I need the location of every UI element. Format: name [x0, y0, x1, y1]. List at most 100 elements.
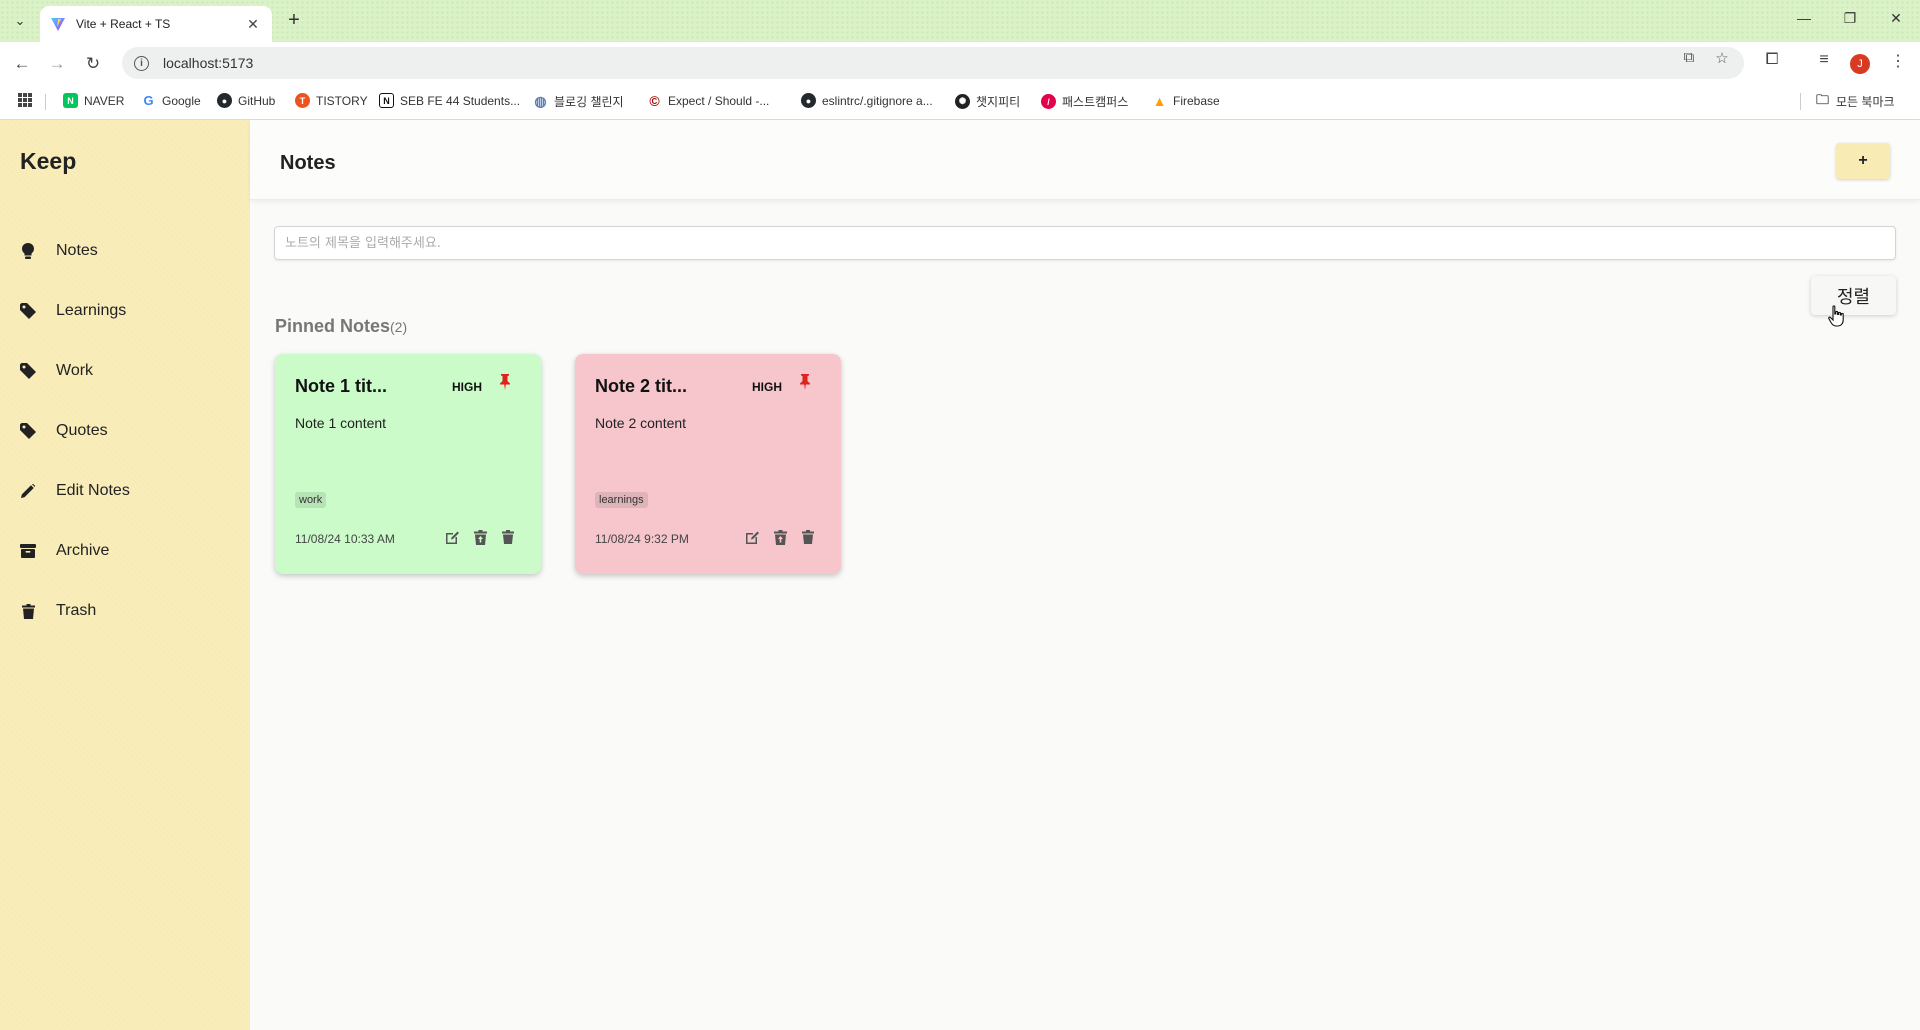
- chatgpt-icon: ✺: [955, 94, 970, 109]
- hand-cursor-icon: [1828, 305, 1844, 327]
- minimize-icon[interactable]: —: [1792, 10, 1816, 26]
- bookmark-chatgpt[interactable]: ✺ 챗지피티: [955, 93, 1020, 110]
- bookmark-separator: [45, 94, 46, 110]
- firebase-icon: ▲: [1152, 92, 1167, 109]
- lightbulb-icon: [20, 243, 36, 259]
- all-bookmarks[interactable]: 🗀 모든 북마크: [1800, 92, 1895, 110]
- bookmark-label: eslintrc/.gitignore a...: [822, 93, 933, 108]
- google-icon: G: [143, 93, 154, 108]
- add-note-button[interactable]: +: [1836, 143, 1890, 179]
- sidebar-item-label: Notes: [56, 242, 98, 259]
- archive-icon: [20, 543, 36, 559]
- bookmark-google[interactable]: G Google: [141, 93, 201, 108]
- bookmark-expect-should[interactable]: © Expect / Should -...: [647, 92, 770, 109]
- note-title: Note 2 tit...: [595, 376, 688, 396]
- bookmark-label: 패스트캠퍼스: [1062, 95, 1129, 109]
- sidebar-item-notes[interactable]: Notes: [0, 229, 250, 273]
- tag-icon: [20, 303, 36, 319]
- sidebar-item-archive[interactable]: Archive: [0, 529, 250, 573]
- tab-search-button[interactable]: ⌄: [8, 9, 32, 33]
- bookmark-naver[interactable]: N NAVER: [63, 93, 124, 108]
- extensions-icon[interactable]: ⧠: [1760, 51, 1784, 69]
- pin-icon[interactable]: [799, 374, 811, 390]
- pinned-notes-count: (2): [390, 319, 408, 335]
- all-bookmarks-label: 모든 북마크: [1836, 95, 1895, 109]
- bookmark-tistory[interactable]: T TISTORY: [295, 93, 368, 108]
- bookmark-fastcampus[interactable]: / 패스트캠퍼스: [1041, 93, 1128, 110]
- bookmark-label: TISTORY: [316, 93, 368, 108]
- edit-icon[interactable]: [443, 528, 461, 546]
- note-date: 11/08/24 10:33 AM: [295, 532, 395, 546]
- browser-tab[interactable]: Vite + React + TS ✕: [40, 6, 272, 42]
- profile-avatar[interactable]: J: [1850, 54, 1870, 74]
- bookmark-firebase[interactable]: ▲ Firebase: [1152, 92, 1220, 109]
- bookmark-label: 블로깅 챌린지: [554, 95, 624, 109]
- tab-title: Vite + React + TS: [76, 17, 171, 31]
- pin-icon[interactable]: [499, 374, 511, 390]
- sidebar-item-quotes[interactable]: Quotes: [0, 409, 250, 453]
- note-priority: HIGH: [452, 380, 482, 394]
- sidebar-item-work[interactable]: Work: [0, 349, 250, 393]
- bookmark-label: Expect / Should -...: [668, 93, 770, 108]
- window-close-icon[interactable]: ✕: [1884, 10, 1908, 27]
- note-content: Note 2 content: [595, 415, 687, 431]
- translate-icon[interactable]: ⧉: [1678, 49, 1700, 66]
- sidebar-item-learnings[interactable]: Learnings: [0, 289, 250, 333]
- page-title: Notes: [280, 152, 336, 174]
- media-control-icon[interactable]: ≡: [1812, 51, 1836, 69]
- chevron-down-icon: ⌄: [14, 13, 26, 28]
- bookmark-seb-fe[interactable]: N SEB FE 44 Students...: [379, 93, 520, 108]
- pinned-notes-title: Pinned Notes: [275, 316, 391, 336]
- brand-logo: Keep: [20, 148, 77, 174]
- search-input[interactable]: [274, 226, 1896, 260]
- bookmark-star-icon[interactable]: ☆: [1711, 49, 1733, 67]
- note-card[interactable]: Note 1 tit... HIGH Note 1 content work 1…: [275, 354, 541, 574]
- bookmark-eslintrc[interactable]: ● eslintrc/.gitignore a...: [801, 93, 933, 108]
- note-tag[interactable]: work: [295, 492, 327, 508]
- edit-icon[interactable]: [743, 528, 761, 546]
- note-tag[interactable]: learnings: [595, 492, 648, 508]
- sidebar-item-edit-notes[interactable]: Edit Notes: [0, 469, 250, 513]
- delete-icon[interactable]: [499, 528, 517, 546]
- archive-note-icon[interactable]: [471, 528, 489, 546]
- note-content: Note 1 content: [295, 415, 387, 431]
- github-icon: ●: [801, 93, 816, 108]
- browser-tab-strip: ⌄ Vite + React + TS ✕ + — ❐ ✕: [0, 0, 1920, 42]
- restore-icon[interactable]: ❐: [1838, 10, 1862, 27]
- back-icon[interactable]: ←: [10, 52, 34, 76]
- bookmark-label: Firebase: [1173, 93, 1220, 108]
- apps-grid-icon[interactable]: [18, 93, 32, 107]
- note-actions: [443, 528, 517, 546]
- sidebar-item-label: Learnings: [56, 302, 127, 319]
- reload-icon[interactable]: ↻: [81, 52, 105, 76]
- chai-icon: ©: [649, 92, 660, 109]
- new-tab-button[interactable]: +: [282, 9, 306, 32]
- url-text: localhost:5173: [163, 55, 254, 71]
- fastcampus-icon: /: [1041, 94, 1056, 109]
- bookmark-github[interactable]: ● GitHub: [217, 93, 275, 108]
- bookmark-label: Google: [162, 93, 201, 108]
- bookmark-label: SEB FE 44 Students...: [400, 93, 521, 108]
- forward-icon[interactable]: →: [45, 52, 69, 76]
- tag-icon: [20, 363, 36, 379]
- site-info-icon[interactable]: i: [134, 55, 149, 71]
- sidebar-item-label: Trash: [56, 602, 97, 619]
- pinned-notes-heading: Pinned Notes(2): [275, 316, 407, 337]
- note-card[interactable]: Note 2 tit... HIGH Note 2 content learni…: [575, 354, 841, 574]
- close-tab-icon[interactable]: ✕: [244, 16, 262, 33]
- bookmark-blogging-challenge[interactable]: ◍ 블로깅 챌린지: [533, 93, 624, 110]
- note-date: 11/08/24 9:32 PM: [595, 532, 689, 546]
- note-actions: [743, 528, 817, 546]
- sort-button[interactable]: 정렬: [1811, 276, 1896, 315]
- sidebar-item-trash[interactable]: Trash: [0, 589, 250, 633]
- sidebar: Keep Notes Learnings Work Quotes Edit No…: [0, 120, 250, 1030]
- more-menu-icon[interactable]: ⋮: [1886, 51, 1910, 71]
- naver-icon: N: [63, 93, 78, 108]
- globe-icon: ◍: [534, 93, 547, 109]
- tistory-icon: T: [295, 93, 310, 108]
- vite-icon: [51, 18, 65, 31]
- note-priority: HIGH: [752, 380, 782, 394]
- address-bar[interactable]: i localhost:5173: [122, 47, 1744, 79]
- delete-icon[interactable]: [799, 528, 817, 546]
- archive-note-icon[interactable]: [771, 528, 789, 546]
